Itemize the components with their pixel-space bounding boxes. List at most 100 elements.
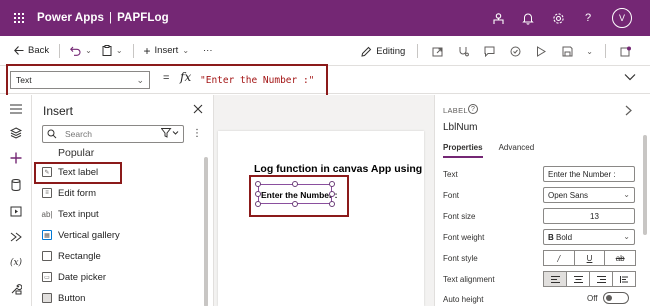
avatar[interactable]: V [612,8,632,28]
app-screen[interactable]: Log function in canvas App using P Enter… [218,131,424,306]
properties-panel: LABEL ? LblNum Properties Advanced Text … [434,95,650,306]
resize-handle[interactable] [329,191,335,197]
undo-icon [70,46,81,56]
align-justify-icon[interactable] [612,271,636,287]
insert-item-rectangle[interactable]: Rectangle [32,246,202,266]
insert-item-text-label[interactable]: ✎ Text label [32,162,202,182]
underline-icon[interactable]: U [573,250,606,266]
text-label-icon: ✎ [42,167,52,177]
power-automate-rail-icon[interactable] [8,229,24,245]
more-commands-button[interactable]: ··· [203,45,213,56]
font-size-field[interactable]: 13 [543,208,635,224]
font-dropdown[interactable]: Open Sans ⌄ [543,187,635,203]
chevron-right-icon[interactable] [625,105,632,119]
control-name[interactable]: LblNum [443,122,477,133]
chevron-down-icon[interactable]: ⌄ [116,46,123,55]
insert-plus-icon[interactable] [8,150,24,166]
insert-item-button[interactable]: Button [32,288,202,306]
divider [417,44,419,58]
resize-handle[interactable] [255,191,261,197]
canvas-heading-label[interactable]: Log function in canvas App using P [254,163,424,175]
app-title: Power Apps | PAPFLog [37,12,169,24]
resize-handle[interactable] [329,181,335,187]
chevron-down-icon[interactable]: ⌄ [85,46,92,55]
environment-icon[interactable] [490,10,506,26]
app-launcher-icon[interactable] [14,13,24,23]
auto-height-state: Off [587,293,598,303]
expand-formula-chevron-icon[interactable] [624,73,636,84]
variables-icon[interactable]: (x) [8,255,24,271]
tab-properties[interactable]: Properties [443,143,483,158]
undo-button[interactable]: ⌄ [70,46,92,56]
formula-input[interactable] [196,70,606,90]
insert-item-label: Vertical gallery [58,229,120,241]
resize-handle[interactable] [329,201,335,207]
back-button[interactable]: Back [14,45,49,56]
insert-item-text-input[interactable]: ab| Text input [32,204,202,224]
chevron-down-icon[interactable]: ⌄ [586,47,593,56]
insert-item-edit-form[interactable]: ≡ Edit form [32,183,202,203]
resize-handle[interactable] [292,201,298,207]
media-icon[interactable] [8,203,24,219]
chevron-down-icon: ⌄ [623,190,630,199]
auto-height-toggle[interactable] [602,292,629,304]
editing-button[interactable]: Editing [361,46,405,57]
tools-icon[interactable] [8,281,24,297]
resize-handle[interactable] [292,181,298,187]
comments-icon[interactable] [482,44,496,58]
align-right-icon[interactable] [589,271,613,287]
preview-play-icon[interactable] [534,44,548,58]
data-cylinder-icon[interactable] [8,177,24,193]
align-center-icon[interactable] [566,271,590,287]
prop-label-font-style: Font style [443,254,478,263]
hamburger-menu-icon[interactable] [8,101,24,117]
publish-icon[interactable] [618,44,632,58]
clipboard-icon [102,45,112,56]
insert-item-vertical-gallery[interactable]: ▦ Vertical gallery [32,225,202,245]
properties-tabs: Properties Advanced [443,143,534,158]
italic-icon[interactable]: / [543,250,575,266]
search-icon [47,129,57,139]
resize-handle[interactable] [255,201,261,207]
more-options-icon[interactable]: ⋮ [192,128,202,139]
align-left-icon[interactable] [543,271,567,287]
prop-label-text-alignment: Text alignment [443,275,495,284]
strikethrough-icon[interactable]: ab [604,250,637,266]
text-alignment-buttons [543,271,636,287]
gallery-icon: ▦ [42,230,52,240]
paste-button[interactable]: ⌄ [102,45,123,56]
insert-panel-title: Insert [43,104,74,118]
gear-icon[interactable] [550,10,566,26]
formula-bar: Text ⌄ = fx [0,66,650,94]
share-icon[interactable] [430,44,444,58]
help-icon[interactable]: ? [580,10,596,26]
tab-advanced[interactable]: Advanced [499,143,535,158]
prop-row-text-alignment: Text alignment [443,271,643,289]
insert-button[interactable]: + Insert ⌄ [144,44,189,58]
app-checker-icon[interactable] [456,44,470,58]
search-input[interactable] [65,128,145,140]
properties-scrollbar[interactable] [643,135,647,235]
text-input-icon: ab| [41,209,53,219]
close-icon[interactable] [193,103,203,117]
power-automate-icon[interactable] [508,44,522,58]
bell-icon[interactable] [520,10,536,26]
prop-label-auto-height: Auto height [443,295,484,304]
filter-icon[interactable] [160,128,179,140]
tree-view-layers-icon[interactable] [8,125,24,141]
save-icon[interactable] [560,44,574,58]
font-weight-dropdown[interactable]: B Bold ⌄ [543,229,635,245]
property-dropdown[interactable]: Text ⌄ [10,71,150,89]
insert-item-date-picker[interactable]: ▭ Date picker [32,267,202,287]
font-style-buttons: / U ab [543,250,637,266]
help-icon[interactable]: ? [468,104,478,114]
equals-sign: = [163,72,170,84]
bold-icon: B [548,233,554,242]
resize-handle[interactable] [255,181,261,187]
insert-panel-scrollbar[interactable] [204,157,208,306]
prop-label-font: Font [443,191,460,200]
app-header: Power Apps | PAPFLog ? V [0,0,650,36]
text-value-field[interactable]: Enter the Number : [543,166,635,182]
insert-item-label: Rectangle [58,250,101,262]
insert-search-box[interactable] [42,125,184,143]
